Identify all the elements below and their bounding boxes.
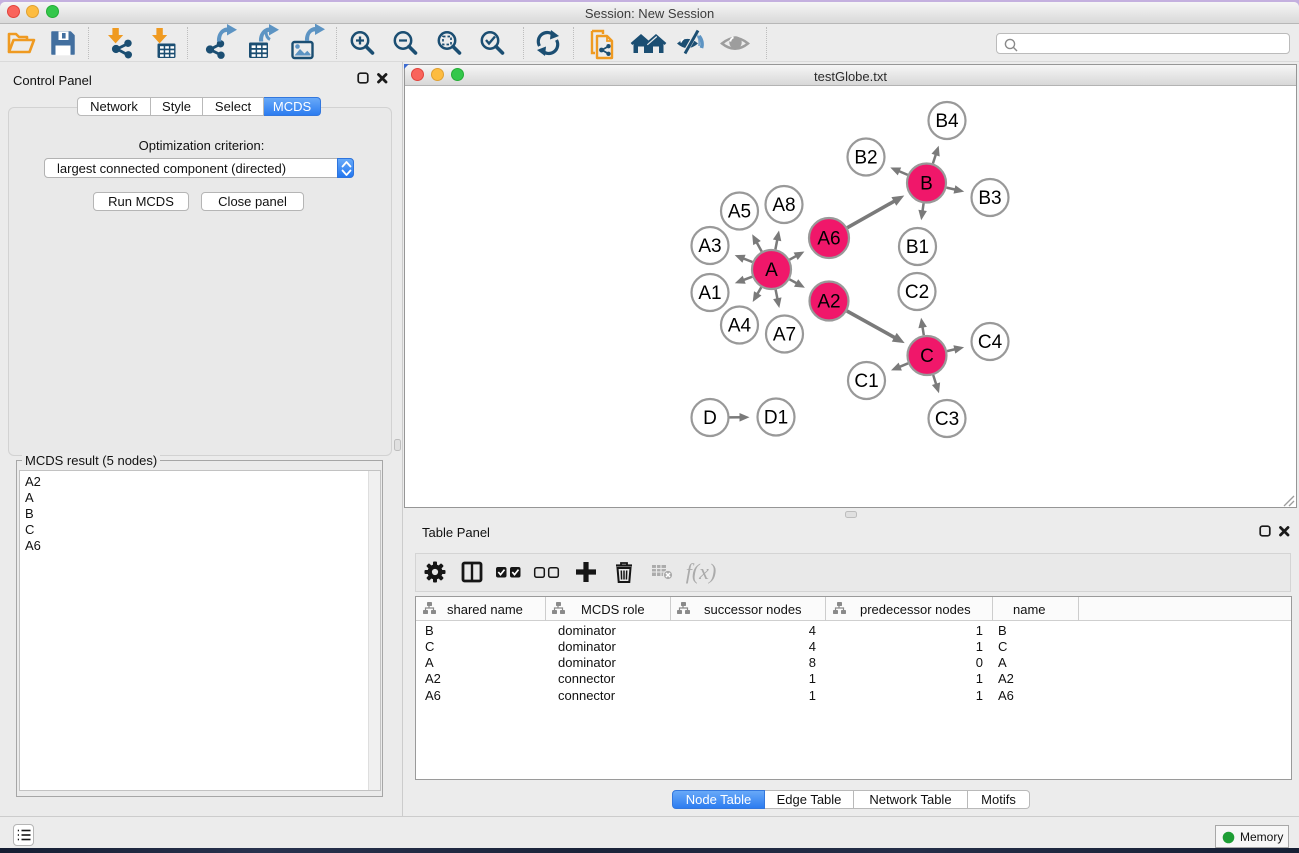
svg-text:A6: A6	[817, 229, 840, 250]
svg-text:A1: A1	[698, 283, 721, 304]
svg-text:A2: A2	[817, 292, 840, 313]
svg-text:D: D	[703, 408, 717, 429]
svg-text:B3: B3	[978, 188, 1001, 209]
svg-text:C: C	[920, 346, 934, 367]
svg-text:f(x): f(x)	[686, 559, 717, 584]
svg-text:A5: A5	[728, 202, 751, 223]
svg-text:C1: C1	[854, 371, 878, 392]
svg-text:A8: A8	[772, 195, 795, 216]
svg-text:C4: C4	[978, 332, 1003, 353]
svg-text:D1: D1	[764, 408, 788, 429]
svg-text:B1: B1	[906, 237, 929, 258]
svg-text:C3: C3	[935, 409, 959, 430]
svg-text:A3: A3	[698, 236, 721, 257]
svg-text:A7: A7	[773, 325, 796, 346]
svg-text:A: A	[765, 260, 778, 281]
svg-text:C2: C2	[905, 282, 929, 303]
svg-text:A4: A4	[728, 316, 752, 337]
svg-text:B4: B4	[935, 111, 959, 132]
svg-text:B: B	[920, 174, 933, 195]
svg-text:B2: B2	[854, 148, 877, 169]
